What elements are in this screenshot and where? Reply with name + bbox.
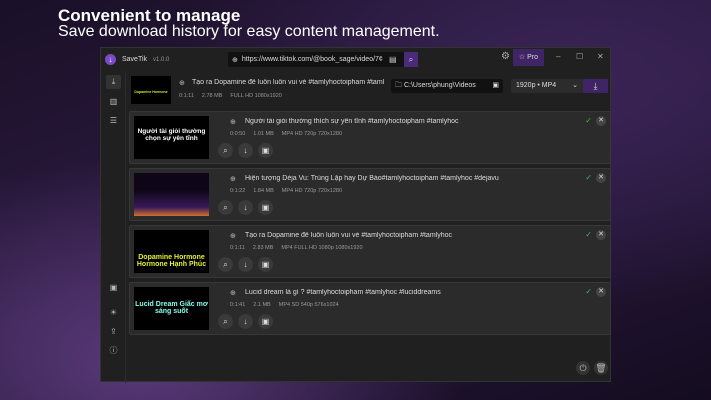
globe-icon: ⊕ [179, 80, 185, 87]
download-nav-icon[interactable]: ⤓ [106, 75, 121, 89]
video-quality: MP4 FULL HD 1080p 1080x1920 [281, 245, 363, 251]
download-icon[interactable]: ↓ [238, 257, 253, 272]
video-size: 2.1 MB [253, 302, 271, 308]
video-thumbnail: Người tài giỏi thường chọn sự yên tĩnh [134, 116, 209, 159]
minimize-icon[interactable]: – [556, 52, 560, 61]
download-icon[interactable]: ↓ [238, 314, 253, 329]
video-title: Tạo ra Dopamine để luôn luôn vui vẻ #tam… [245, 232, 453, 239]
video-duration: 0:0:50 [230, 131, 246, 137]
video-quality: MP4 HD 720p 720x1280 [281, 131, 343, 137]
url-value: https://www.tiktok.com/@book_sage/video/… [241, 56, 383, 63]
history-item: ⊕ Hiện tượng Déja Vu: Trùng Lặp hay Dự B… [129, 168, 611, 221]
search-icon[interactable]: ⌕ [218, 257, 233, 272]
app-name: SaveTik [122, 56, 148, 63]
format-select[interactable]: 1920p • MP4 ⌄ [511, 79, 583, 93]
format-value: 1920p • MP4 [516, 82, 557, 89]
close-icon[interactable]: ✕ [597, 52, 604, 61]
headline-subtitle: Save download history for easy content m… [58, 23, 440, 40]
clipboard-nav-icon[interactable]: ▥ [106, 95, 121, 109]
open-folder-icon[interactable]: ▣ [258, 200, 273, 215]
video-quality: MP4 HD 720p 720x1280 [281, 188, 343, 194]
video-thumbnail: Dopamine Hormone Hormone Hạnh Phúc [134, 230, 209, 273]
power-icon[interactable]: ⏻ [576, 361, 590, 375]
open-folder-icon[interactable]: ▣ [258, 314, 273, 329]
globe-icon: ⊕ [232, 56, 238, 64]
remove-icon[interactable]: ✕ [596, 116, 606, 126]
history-item: Dopamine Hormone Hormone Hạnh Phúc ⊕ Tạo… [129, 225, 611, 278]
folder-path: C:\Users\phung\Videos [403, 82, 476, 89]
check-icon: ✓ [585, 287, 592, 296]
pro-label: Pro [527, 54, 539, 61]
video-title: Hiện tượng Déja Vu: Trùng Lặp hay Dự Báo… [245, 175, 499, 182]
sidebar: ⤓ ▥ ☰ ▣ ☀ ⇪ ⓘ [101, 71, 126, 383]
video-quality: MP4 SD 540p 576x1024 [278, 302, 339, 308]
open-folder-icon[interactable]: ▣ [258, 257, 273, 272]
app-version: v1.0.0 [153, 56, 170, 63]
video-duration: 0:1:11 [230, 245, 245, 251]
video-duration: 0:1:41 [230, 302, 246, 308]
folder-path-input[interactable]: 🗀 C:\Users\phung\Videos ▣ [391, 79, 503, 93]
history-item: Lucid Dream Giấc mơ sáng suốt ⊕ Lucid dr… [129, 282, 611, 335]
remove-icon[interactable]: ✕ [596, 173, 606, 183]
open-folder-icon[interactable]: ▣ [258, 143, 273, 158]
theme-icon[interactable]: ☀ [106, 306, 121, 320]
globe-icon: ⊕ [230, 290, 236, 297]
search-button[interactable]: ⌕ [404, 52, 418, 67]
globe-icon: ⊕ [230, 233, 236, 240]
video-size: 1.01 MB [253, 131, 274, 137]
settings-icon[interactable]: ⚙ [501, 51, 510, 62]
current-thumbnail: Dopamine Hormone [131, 76, 171, 104]
search-icon[interactable]: ⌕ [218, 143, 233, 158]
app-window: ↓ SaveTik v1.0.0 ⊕ https://www.tiktok.com… [100, 47, 611, 383]
globe-icon: ⊕ [230, 176, 236, 183]
video-title: Người tài giỏi thường thích sự yên tĩnh … [245, 118, 459, 125]
browse-folder-icon[interactable]: ▣ [492, 79, 499, 93]
info-icon[interactable]: ⓘ [106, 344, 121, 358]
current-quality: FULL HD 1080x1920 [230, 93, 282, 99]
video-title: Lucid dream là gì ? #tamlyhoctoipham #ta… [245, 289, 441, 296]
current-size: 2.78 MB [201, 93, 223, 99]
current-duration: 0:1:11 [179, 93, 194, 99]
video-size: 1.84 MB [253, 188, 274, 194]
download-icon[interactable]: ↓ [238, 143, 253, 158]
search-icon[interactable]: ⌕ [218, 200, 233, 215]
video-size: 2.83 MB [252, 245, 274, 251]
video-duration: 0:1:22 [230, 188, 246, 194]
title-bar: ↓ SaveTik v1.0.0 ⊕ https://www.tiktok.com… [101, 48, 610, 71]
search-icon[interactable]: ⌕ [218, 314, 233, 329]
app-logo-icon: ↓ [105, 54, 116, 65]
globe-icon: ⊕ [230, 119, 236, 126]
history-item: Người tài giỏi thường chọn sự yên tĩnh ⊕… [129, 111, 611, 164]
history-list: Người tài giỏi thường chọn sự yên tĩnh ⊕… [129, 111, 611, 339]
check-icon: ✓ [585, 230, 592, 239]
video-thumbnail [134, 173, 209, 216]
maximize-icon[interactable]: ☐ [576, 52, 583, 61]
current-title: Tạo ra Dopamine để luôn luôn vui vẻ #tam… [192, 79, 384, 86]
trash-icon[interactable]: 🗑 [594, 361, 608, 375]
download-icon[interactable]: ↓ [238, 200, 253, 215]
folder-settings-icon[interactable]: ▣ [106, 281, 121, 295]
remove-icon[interactable]: ✕ [596, 287, 606, 297]
share-icon[interactable]: ⇪ [106, 325, 121, 339]
check-icon: ✓ [585, 116, 592, 125]
remove-icon[interactable]: ✕ [596, 230, 606, 240]
download-button[interactable]: ⤓ [583, 79, 608, 93]
paste-icon[interactable]: ▤ [389, 52, 397, 67]
pro-button[interactable]: ☆ Pro [513, 49, 544, 66]
video-thumbnail: Lucid Dream Giấc mơ sáng suốt [134, 287, 209, 330]
check-icon: ✓ [585, 173, 592, 182]
list-nav-icon[interactable]: ☰ [106, 114, 121, 128]
